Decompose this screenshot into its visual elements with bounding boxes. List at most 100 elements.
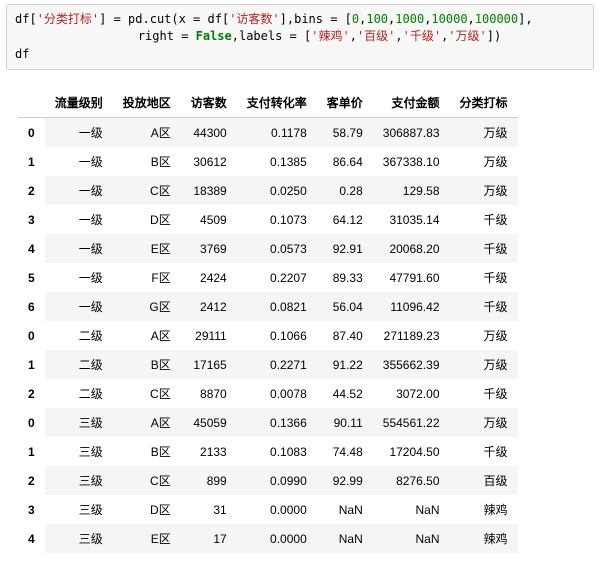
output-area: 流量级别 投放地区 访客数 支付转化率 客单价 支付金额 分类打标 0一级A区4… [18,88,590,553]
cell: 18389 [181,176,237,205]
cell: 一级 [45,147,113,176]
cell: 91.22 [317,350,373,379]
cell: D区 [113,495,181,524]
cell: A区 [113,321,181,350]
cell: 92.99 [317,466,373,495]
table-row: 5一级F区24240.220789.3347791.60千级 [18,263,518,292]
cell: 129.58 [373,176,450,205]
cell: 三级 [45,466,113,495]
cell: 0.0250 [237,176,317,205]
row-index: 6 [18,292,45,321]
table-row: 3一级D区45090.107364.1231035.14千级 [18,205,518,234]
cell: 万级 [450,408,518,437]
cell: 2133 [181,437,237,466]
cell: 44.52 [317,379,373,408]
cell: 17165 [181,350,237,379]
row-index: 3 [18,495,45,524]
cell: 2424 [181,263,237,292]
cell: C区 [113,176,181,205]
code-text: df['分类打标'] = pd.cut(x = df['访客数'],bins =… [15,12,533,61]
cell: 0.0000 [237,524,317,553]
col-header: 访客数 [181,88,237,118]
cell: A区 [113,118,181,148]
cell: 11096.42 [373,292,450,321]
cell: C区 [113,466,181,495]
cell: 30612 [181,147,237,176]
cell: 31035.14 [373,205,450,234]
row-index: 1 [18,147,45,176]
cell: 万级 [450,176,518,205]
cell: 二级 [45,321,113,350]
cell: E区 [113,524,181,553]
cell: 0.2271 [237,350,317,379]
col-header: 流量级别 [45,88,113,118]
cell: 一级 [45,263,113,292]
table-row: 1一级B区306120.138586.64367338.10万级 [18,147,518,176]
row-index: 0 [18,118,45,148]
table-row: 2三级C区8990.099092.998276.50百级 [18,466,518,495]
cell: 0.1178 [237,118,317,148]
cell: 万级 [450,118,518,148]
cell: 74.48 [317,437,373,466]
cell: 一级 [45,292,113,321]
table-row: 3三级D区310.0000NaNNaN辣鸡 [18,495,518,524]
dataframe-table: 流量级别 投放地区 访客数 支付转化率 客单价 支付金额 分类打标 0一级A区4… [18,88,518,553]
table-row: 1三级B区21330.108374.4817204.50千级 [18,437,518,466]
cell: 万级 [450,350,518,379]
cell: 17204.50 [373,437,450,466]
cell: 31 [181,495,237,524]
cell: 三级 [45,437,113,466]
row-index: 0 [18,321,45,350]
row-index: 0 [18,408,45,437]
cell: 554561.22 [373,408,450,437]
row-index: 4 [18,234,45,263]
index-header [18,88,45,118]
cell: 0.1073 [237,205,317,234]
table-row: 1二级B区171650.227191.22355662.39万级 [18,350,518,379]
cell: 二级 [45,379,113,408]
cell: 0.0000 [237,495,317,524]
cell: 20068.20 [373,234,450,263]
cell: 万级 [450,147,518,176]
cell: 45059 [181,408,237,437]
cell: 三级 [45,495,113,524]
cell: 899 [181,466,237,495]
cell: 0.0821 [237,292,317,321]
table-body: 0一级A区443000.117858.79306887.83万级1一级B区306… [18,118,518,554]
cell: 千级 [450,292,518,321]
cell: 一级 [45,118,113,148]
row-index: 2 [18,379,45,408]
cell: 2412 [181,292,237,321]
cell: 29111 [181,321,237,350]
cell: 86.64 [317,147,373,176]
row-index: 4 [18,524,45,553]
cell: B区 [113,437,181,466]
cell: 0.1066 [237,321,317,350]
cell: G区 [113,292,181,321]
cell: 3072.00 [373,379,450,408]
table-row: 0一级A区443000.117858.79306887.83万级 [18,118,518,148]
cell: 89.33 [317,263,373,292]
row-index: 2 [18,176,45,205]
cell: 87.40 [317,321,373,350]
table-row: 0三级A区450590.136690.11554561.22万级 [18,408,518,437]
cell: 47791.60 [373,263,450,292]
cell: 0.1385 [237,147,317,176]
cell: 3769 [181,234,237,263]
col-header: 分类打标 [450,88,518,118]
cell: E区 [113,234,181,263]
row-index: 1 [18,437,45,466]
table-row: 4一级E区37690.057392.9120068.20千级 [18,234,518,263]
col-header: 投放地区 [113,88,181,118]
cell: 千级 [450,205,518,234]
cell: 8276.50 [373,466,450,495]
cell: 一级 [45,205,113,234]
cell: 0.2207 [237,263,317,292]
table-row: 4三级E区170.0000NaNNaN辣鸡 [18,524,518,553]
table-row: 2一级C区183890.02500.28129.58万级 [18,176,518,205]
code-input-cell[interactable]: df['分类打标'] = pd.cut(x = df['访客数'],bins =… [6,4,594,70]
cell: 355662.39 [373,350,450,379]
cell: NaN [317,524,373,553]
cell: NaN [373,495,450,524]
col-header: 支付金额 [373,88,450,118]
